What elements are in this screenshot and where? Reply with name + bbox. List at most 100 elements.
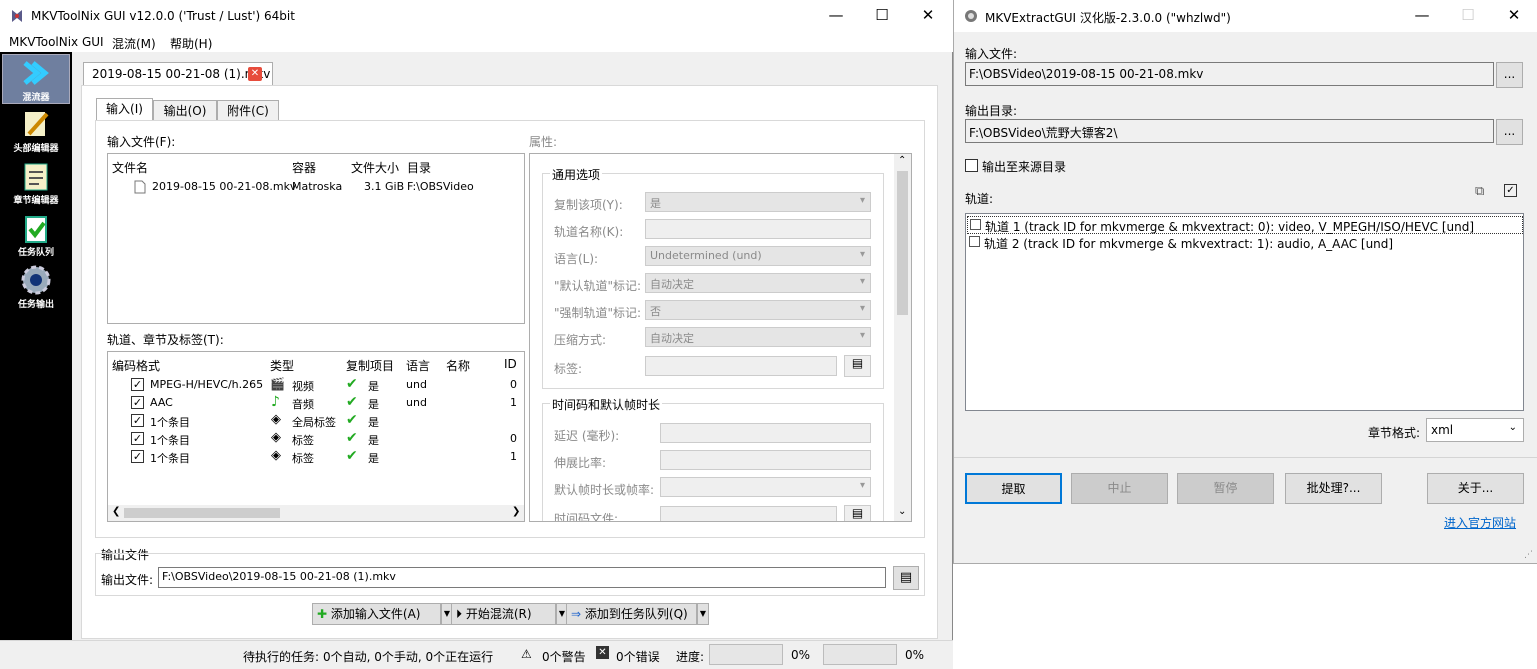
- table-row[interactable]: ✓ 1个条目 ◈ 全局标签 ✔ 是: [108, 412, 524, 430]
- resize-grip-icon[interactable]: ⋰: [1524, 550, 1533, 560]
- close-button[interactable]: ✕: [1491, 0, 1537, 32]
- warnings-count: 0个警告: [542, 650, 586, 664]
- close-button[interactable]: ✕: [905, 0, 951, 32]
- checkmark-icon: ✔: [346, 376, 358, 392]
- list-item[interactable]: 轨道 1 (track ID for mkvmerge & mkvextract…: [967, 216, 1523, 234]
- deselect-all-icon[interactable]: ⧉: [1475, 184, 1484, 199]
- scroll-thumb[interactable]: [124, 508, 280, 518]
- timecode-browse-icon[interactable]: ▤: [844, 505, 871, 521]
- close-tab-icon[interactable]: ✕: [248, 67, 262, 81]
- tab-output[interactable]: 输出(O): [153, 100, 217, 120]
- table-row[interactable]: ✓ 1个条目 ◈ 标签 ✔ 是 1: [108, 448, 524, 466]
- input-files-list[interactable]: 文件名 容器 文件大小 目录 2019-08-15 00-21-08.mkv M…: [107, 153, 525, 324]
- tab-input[interactable]: 输入(I): [96, 98, 153, 121]
- forced-flag-select[interactable]: 否: [645, 300, 871, 320]
- doc-tab[interactable]: 2019-08-15 00-21-08 (1).mkv ✕: [83, 62, 273, 86]
- minimize-button[interactable]: —: [813, 0, 859, 32]
- copy-item-select[interactable]: 是: [645, 192, 871, 212]
- output-browse-icon[interactable]: ▤: [893, 566, 919, 590]
- sidebar-item-job-output[interactable]: 任务输出: [2, 262, 70, 312]
- tab-attachments[interactable]: 附件(C): [217, 100, 279, 120]
- track-checkbox[interactable]: [969, 236, 980, 247]
- timing-title: 时间码和默认帧时长: [550, 396, 663, 413]
- table-row[interactable]: ✓ MPEG-H/HEVC/h.265 🎬 视频 ✔ 是 und 0: [108, 376, 524, 394]
- tag-icon: ◈: [271, 430, 281, 445]
- menu-bar: MKVToolNix GUI 混流(M) 帮助(H): [0, 32, 953, 52]
- tracks-list[interactable]: 轨道 1 (track ID for mkvmerge & mkvextract…: [965, 213, 1524, 411]
- add-to-queue-dropdown-icon[interactable]: ▼: [697, 603, 709, 625]
- start-mux-button[interactable]: ⏵ 开始混流(R): [451, 603, 556, 625]
- menu-mux[interactable]: 混流(M): [112, 35, 156, 52]
- sidebar-label-mux: 混流器: [22, 93, 50, 103]
- sidebar-item-chapter-editor[interactable]: 章节编辑器: [2, 158, 70, 208]
- checkmark-icon: ✔: [346, 412, 358, 428]
- sidebar-item-header-editor[interactable]: 头部编辑器: [2, 106, 70, 156]
- track-checkbox[interactable]: ✓: [131, 414, 144, 427]
- stretch-input[interactable]: [660, 450, 871, 470]
- scroll-thumb[interactable]: [897, 171, 908, 315]
- track-label: 轨道 2 (track ID for mkvmerge & mkvextract…: [984, 237, 1394, 251]
- chapter-format-select[interactable]: xml ⌄: [1426, 418, 1524, 442]
- scroll-down-icon[interactable]: ⌄: [898, 506, 906, 517]
- title-bar: MKVExtractGUI 汉化版-2.3.0.0 ("whzlwd") — ☐…: [953, 0, 1537, 32]
- track-lang: und: [406, 378, 427, 391]
- track-checkbox[interactable]: ✓: [131, 378, 144, 391]
- sidebar: 混流器 头部编辑器 章节编辑器 任务队列 任务输出: [0, 52, 72, 640]
- track-checkbox[interactable]: ✓: [131, 450, 144, 463]
- mkvtoolnix-window: MKVToolNix GUI v12.0.0 ('Trust / Lust') …: [0, 0, 953, 669]
- input-file-field[interactable]: F:\OBSVideo\2019-08-15 00-21-08.mkv: [965, 62, 1494, 86]
- output-file-input[interactable]: F:\OBSVideo\2019-08-15 00-21-08 (1).mkv: [158, 567, 886, 588]
- tags-browse-icon[interactable]: ▤: [844, 355, 871, 377]
- scroll-left-icon[interactable]: ❮: [112, 506, 120, 517]
- track-codec: 1个条目: [150, 452, 190, 465]
- output-to-source-label: 输出至来源目录: [982, 160, 1067, 174]
- scroll-up-icon[interactable]: ⌃: [898, 155, 906, 166]
- table-row[interactable]: ✓ 1个条目 ◈ 标签 ✔ 是 0: [108, 430, 524, 448]
- sidebar-item-job-queue[interactable]: 任务队列: [2, 210, 70, 260]
- col-container: 容器: [292, 161, 317, 175]
- default-flag-select[interactable]: 自动决定: [645, 273, 871, 293]
- track-checkbox[interactable]: ✓: [131, 396, 144, 409]
- maximize-button[interactable]: ☐: [859, 0, 905, 32]
- minimize-button[interactable]: —: [1399, 0, 1445, 32]
- timecode-file-label: 时间码文件:: [554, 512, 619, 522]
- about-button[interactable]: 关于...: [1427, 473, 1524, 504]
- track-copy: 是: [368, 434, 379, 447]
- extract-button[interactable]: 提取: [965, 473, 1062, 504]
- scroll-right-icon[interactable]: ❯: [512, 506, 520, 517]
- table-row[interactable]: ✓ AAC ♪ 音频 ✔ 是 und 1: [108, 394, 524, 412]
- file-dir: F:\OBSVideo: [407, 180, 474, 193]
- language-select[interactable]: Undetermined (und): [645, 246, 871, 266]
- track-checkbox[interactable]: ✓: [131, 432, 144, 445]
- batch-button[interactable]: 批处理?...: [1285, 473, 1382, 504]
- menu-mkvtoolnix[interactable]: MKVToolNix GUI: [9, 35, 104, 49]
- track-id: 0: [510, 432, 517, 445]
- output-browse-button[interactable]: ...: [1496, 119, 1523, 145]
- track-name-input[interactable]: [645, 219, 871, 239]
- timecode-file-input[interactable]: [660, 506, 837, 521]
- list-item[interactable]: 轨道 2 (track ID for mkvmerge & mkvextract…: [967, 234, 1523, 252]
- table-row[interactable]: 2019-08-15 00-21-08.mkv Matroska 3.1 GiB…: [108, 178, 524, 196]
- menu-help[interactable]: 帮助(H): [170, 35, 212, 52]
- output-to-source-checkbox[interactable]: [965, 159, 978, 172]
- compression-select[interactable]: 自动决定: [645, 327, 871, 347]
- add-input-files-button[interactable]: ✚ 添加输入文件(A): [312, 603, 441, 625]
- tracks-list[interactable]: 编码格式 类型 复制项目 语言 名称 ID ✓ MPEG-H/HEVC/h.26…: [107, 351, 525, 522]
- website-link[interactable]: 进入官方网站: [1444, 514, 1516, 531]
- output-file-label: 输出文件:: [101, 573, 154, 587]
- copy-item-label: 复制该项(Y):: [554, 198, 623, 212]
- properties-vscrollbar[interactable]: ⌃ ⌄: [894, 154, 911, 521]
- output-dir-field[interactable]: F:\OBSVideo\荒野大镖客2\: [965, 119, 1494, 143]
- pending-jobs-label: 待执行的任务:: [243, 650, 320, 664]
- select-all-icon[interactable]: ✓: [1504, 184, 1517, 197]
- divider: [954, 457, 1537, 458]
- track-checkbox[interactable]: [970, 219, 981, 230]
- add-to-queue-button[interactable]: ⇒ 添加到任务队列(Q): [566, 603, 697, 625]
- delay-input[interactable]: [660, 423, 871, 443]
- default-duration-select[interactable]: [660, 477, 871, 497]
- sidebar-item-mux[interactable]: 混流器: [2, 54, 70, 104]
- input-browse-button[interactable]: ...: [1496, 62, 1523, 88]
- tracks-hscrollbar[interactable]: ❮ ❯: [108, 505, 524, 521]
- tags-input[interactable]: [645, 356, 837, 376]
- pause-button: 暂停: [1177, 473, 1274, 504]
